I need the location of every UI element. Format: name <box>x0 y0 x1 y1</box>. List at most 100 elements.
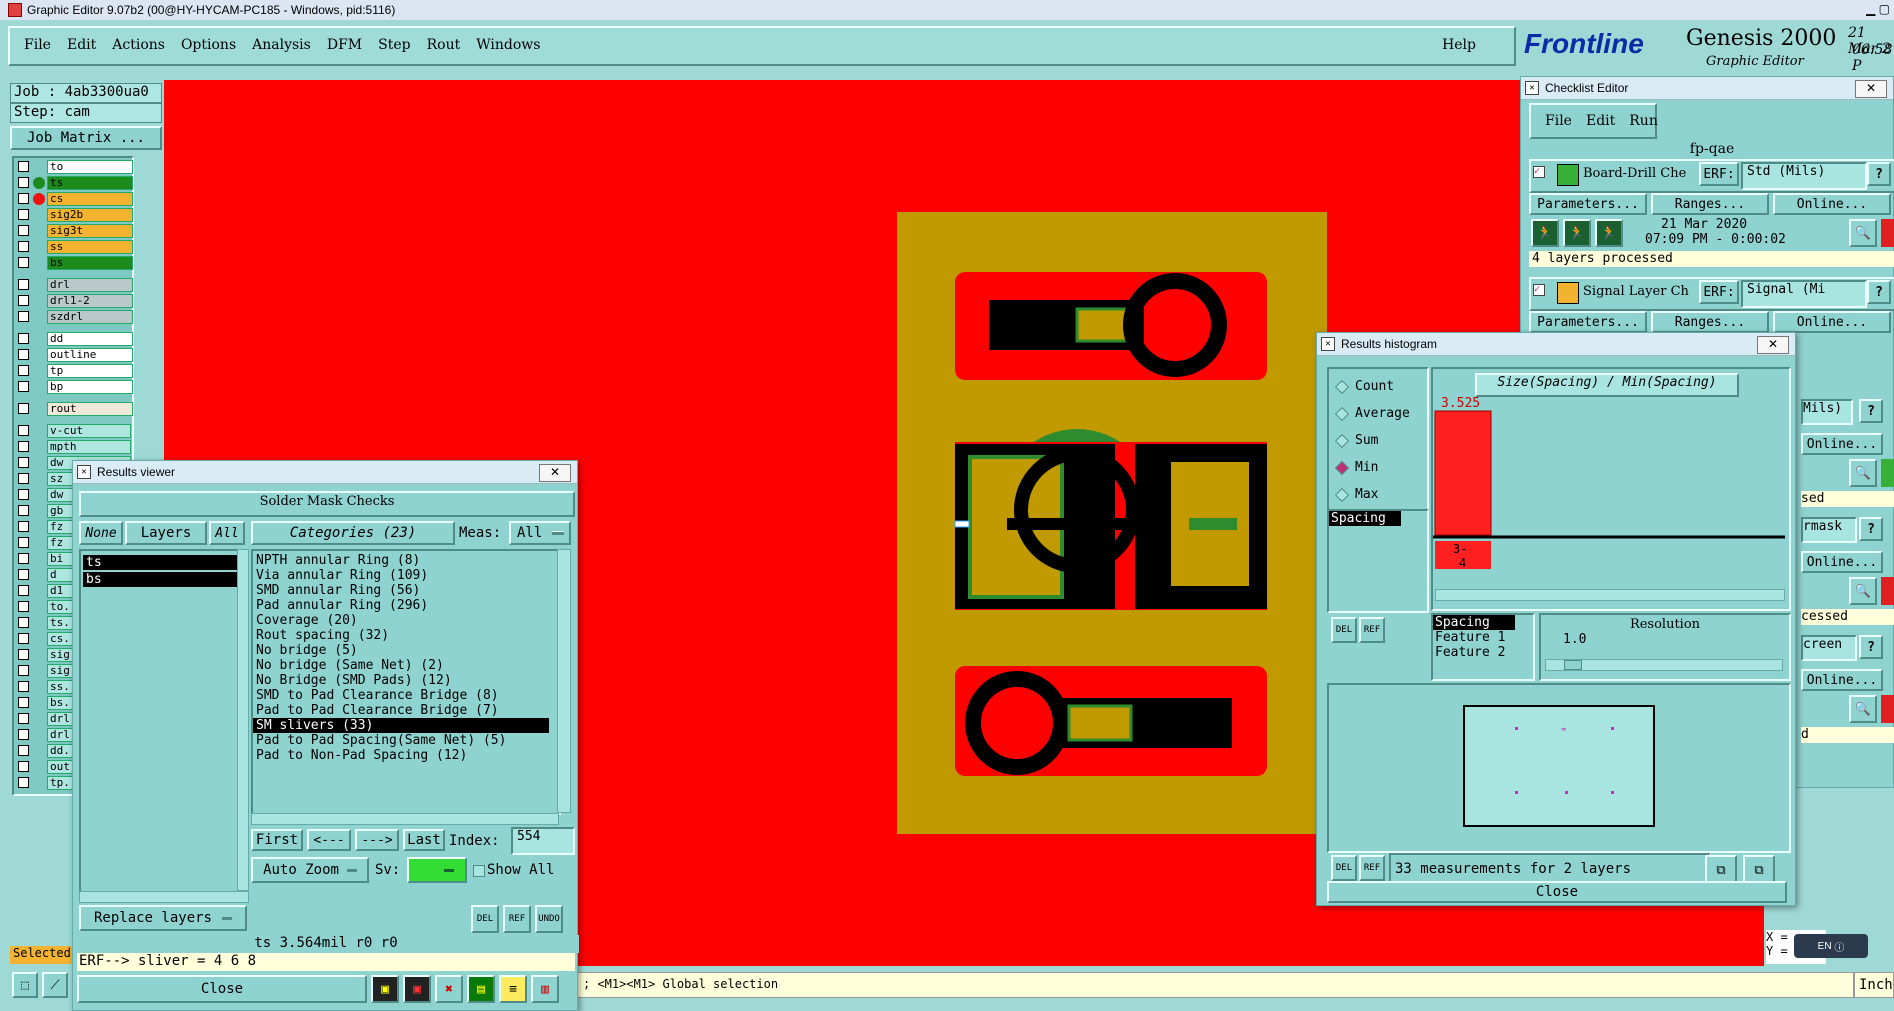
measure-tool-icon[interactable]: ⟋ <box>42 972 68 998</box>
layer-checkbox[interactable] <box>18 257 29 268</box>
report-icon[interactable]: ▣ <box>371 975 399 1003</box>
layer-checkbox[interactable] <box>18 681 29 692</box>
job-matrix-button[interactable]: Job Matrix ... <box>10 126 162 150</box>
layer-checkbox[interactable] <box>18 209 29 220</box>
layer-display-indicator[interactable] <box>33 569 45 581</box>
layers-none-button[interactable]: None <box>79 521 123 545</box>
layer-checkbox[interactable] <box>18 729 29 740</box>
layer-name[interactable]: mpth <box>47 439 131 454</box>
layer-display-indicator[interactable] <box>33 729 45 741</box>
mode-option-sum[interactable]: Sum <box>1329 427 1427 454</box>
radio-diamond-icon[interactable] <box>1334 406 1350 421</box>
layer-checkbox[interactable] <box>18 279 29 290</box>
checklist-menu-file[interactable]: File <box>1545 113 1572 129</box>
layer-checkbox[interactable] <box>18 633 29 644</box>
layer-display-indicator[interactable] <box>33 601 45 613</box>
action2-erf-button[interactable]: ERF: <box>1699 280 1739 304</box>
histogram-close-button[interactable]: Close <box>1327 881 1787 903</box>
layer-display-indicator[interactable] <box>33 425 45 437</box>
nav-next-button[interactable]: ---> <box>355 829 399 851</box>
layer-row[interactable]: mpth <box>14 439 131 454</box>
category-item[interactable]: No bridge (5) <box>253 643 559 658</box>
category-list-hscroll[interactable] <box>251 813 559 825</box>
category-list[interactable]: NPTH annular Ring (8) Via annular Ring (1… <box>251 549 561 815</box>
layer-checkbox[interactable] <box>18 489 29 500</box>
layer-checkbox[interactable] <box>18 473 29 484</box>
partial-help-5[interactable]: ? <box>1859 635 1883 659</box>
layer-name[interactable]: rout <box>47 401 133 416</box>
layer-row[interactable]: cs <box>14 191 133 206</box>
attribute-list[interactable]: Spacing <box>1327 509 1429 613</box>
run-step-icon[interactable]: 🏃 <box>1563 219 1591 247</box>
layer-display-indicator[interactable] <box>33 681 45 693</box>
select-tool-icon[interactable]: ⬚ <box>12 972 38 998</box>
layer-row[interactable]: sig3t <box>14 223 133 238</box>
delete-results-icon[interactable]: ✖ <box>435 975 463 1003</box>
layer-display-indicator[interactable] <box>33 777 45 789</box>
layer-display-indicator[interactable] <box>33 441 45 453</box>
layer-name[interactable]: drl <box>47 277 133 292</box>
categories-toggle-button[interactable]: Categories (23) <box>251 521 455 545</box>
layer-name[interactable]: to <box>47 159 133 174</box>
run-action-icon[interactable]: 🏃 <box>1531 219 1559 247</box>
layer-checkbox[interactable] <box>18 425 29 436</box>
layer-checkbox[interactable] <box>18 761 29 772</box>
layer-display-indicator[interactable] <box>33 505 45 517</box>
layer-display-indicator[interactable] <box>33 279 45 291</box>
category-item[interactable]: Coverage (20) <box>253 613 559 628</box>
action2-ranges-button[interactable]: Ranges... <box>1651 311 1769 333</box>
layer-row[interactable]: szdrl <box>14 309 133 324</box>
menu-options[interactable]: Options <box>181 37 236 53</box>
units-label[interactable]: Inch <box>1854 972 1894 998</box>
layer-display-indicator[interactable] <box>33 521 45 533</box>
histogram-ref-button[interactable]: REF <box>1359 617 1385 643</box>
menu-windows[interactable]: Windows <box>476 37 540 53</box>
layer-checkbox[interactable] <box>18 521 29 532</box>
action1-parameters-button[interactable]: Parameters... <box>1529 193 1647 215</box>
layer-display-indicator[interactable] <box>33 176 45 189</box>
layer-row[interactable]: bs <box>14 255 133 270</box>
layer-checkbox[interactable] <box>18 665 29 676</box>
layer-checkbox[interactable] <box>18 713 29 724</box>
layer-checkbox[interactable] <box>18 569 29 580</box>
layer-checkbox[interactable] <box>18 349 29 360</box>
menu-dfm[interactable]: DFM <box>327 37 362 53</box>
results-layer-list[interactable]: ts bs <box>79 549 241 893</box>
layer-display-indicator[interactable] <box>33 553 45 565</box>
layer-display-indicator[interactable] <box>33 225 45 237</box>
action2-erf-value[interactable]: Signal (Mi <box>1741 280 1867 308</box>
layer-display-indicator[interactable] <box>33 745 45 757</box>
layer-display-indicator[interactable] <box>33 617 45 629</box>
layer-display-indicator[interactable] <box>33 403 45 415</box>
nav-first-button[interactable]: First <box>251 829 303 851</box>
layer-checkbox[interactable] <box>18 333 29 344</box>
action1-help-button[interactable]: ? <box>1867 162 1891 186</box>
layer-checkbox[interactable] <box>18 601 29 612</box>
layer-display-indicator[interactable] <box>33 697 45 709</box>
layer-display-indicator[interactable] <box>33 365 45 377</box>
layer-list-vscroll[interactable] <box>237 549 249 891</box>
layer-display-indicator[interactable] <box>33 333 45 345</box>
checklist-menu-edit[interactable]: Edit <box>1586 113 1615 129</box>
histogram-scrollbar[interactable] <box>1435 589 1785 601</box>
partial-zoom-4[interactable]: 🔍 <box>1849 577 1877 605</box>
feature-item-2[interactable]: Feature 2 <box>1433 645 1533 660</box>
layer-checkbox[interactable] <box>18 311 29 322</box>
category-item[interactable]: SMD annular Ring (56) <box>253 583 559 598</box>
layer-display-indicator[interactable] <box>33 209 45 221</box>
category-list-vscroll[interactable] <box>557 549 571 813</box>
zoom-results-icon[interactable]: 🔍 <box>1849 219 1877 247</box>
action1-online-button[interactable]: Online... <box>1773 193 1891 215</box>
layer-checkbox[interactable] <box>18 177 29 188</box>
histogram-del-button[interactable]: DEL <box>1331 617 1357 643</box>
checklist-menu-run[interactable]: Run <box>1629 113 1658 129</box>
layer-row[interactable]: dd <box>14 331 133 346</box>
layer-display-indicator[interactable] <box>33 349 45 361</box>
layer-checkbox[interactable] <box>18 193 29 204</box>
layer-checkbox[interactable] <box>18 295 29 306</box>
show-all-checkbox[interactable] <box>473 865 485 877</box>
category-item[interactable]: Rout spacing (32) <box>253 628 559 643</box>
mode-option-max[interactable]: Max <box>1329 481 1427 508</box>
layer-checkbox[interactable] <box>18 161 29 172</box>
mode-option-count[interactable]: Count <box>1329 373 1427 400</box>
